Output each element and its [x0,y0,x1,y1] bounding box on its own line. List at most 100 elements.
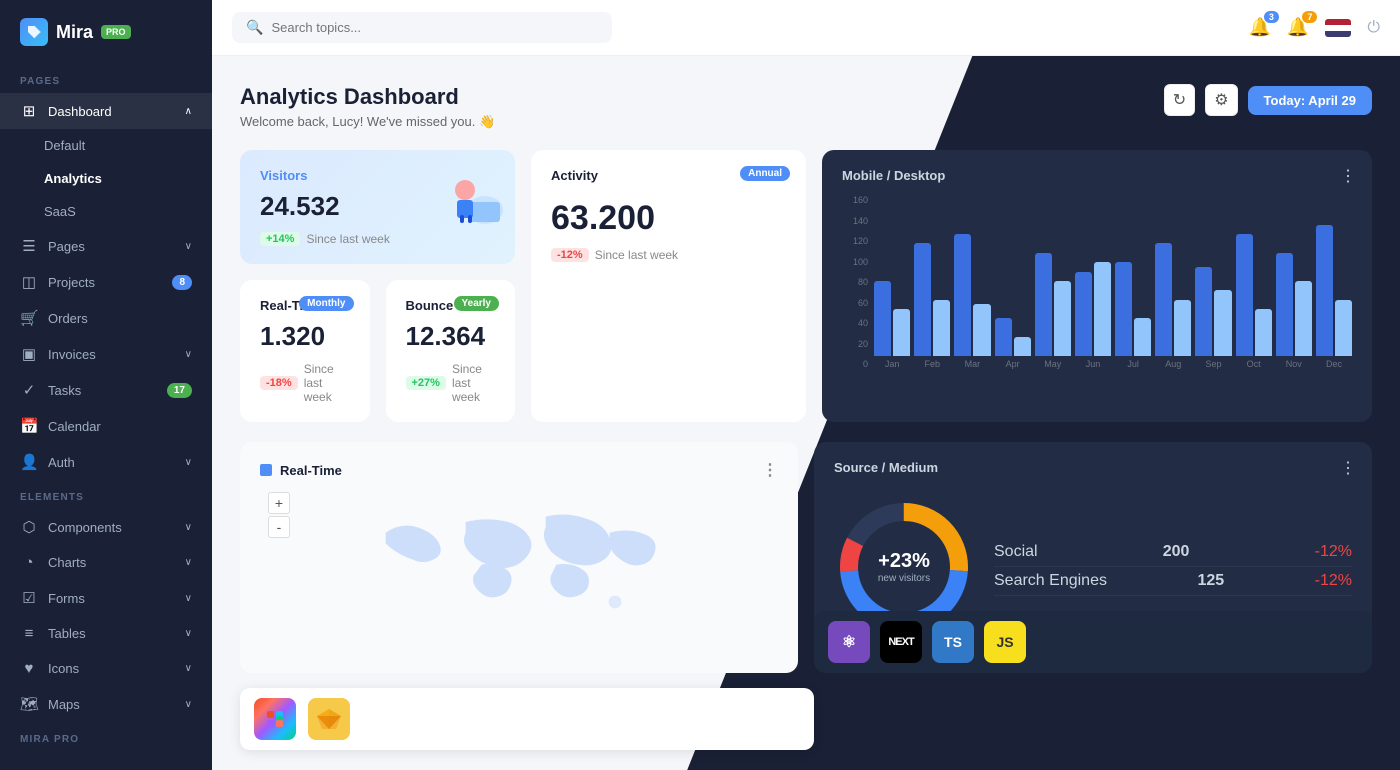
orders-icon: 🛒 [20,309,38,327]
bar-month-label: Aug [1165,359,1181,369]
chart-menu-button[interactable]: ⋮ [1340,166,1356,186]
icons-chevron-icon: ∨ [185,663,192,674]
sidebar-item-forms[interactable]: ☑ Forms ∨ [0,580,212,616]
bar-month-label: Mar [965,359,981,369]
forms-icon: ☑ [20,589,38,607]
bar-desktop [995,318,1012,356]
visitors-change-label: Since last week [306,232,389,246]
cards-left: Visitors 24.532 +14% Since last week [240,150,515,422]
sidebar-item-saas[interactable]: SaaS [0,195,212,228]
sidebar-item-icons[interactable]: ♥ Icons ∨ [0,651,212,686]
pro-badge: PRO [101,25,131,39]
bar-group: Feb [914,243,950,369]
source-name-social: Social [994,543,1038,561]
bar-desktop [874,281,891,356]
world-map-svg [260,490,778,650]
alerts-badge: 7 [1302,11,1317,23]
map-zoom-out[interactable]: - [268,516,290,538]
bar-mobile [893,309,910,356]
sidebar-item-invoices[interactable]: ▣ Invoices ∨ [0,336,212,372]
bar-month-label: Feb [925,359,941,369]
bar-desktop [1035,253,1052,356]
sidebar-item-maps[interactable]: 🗺 Maps ∨ [0,686,212,722]
search-box[interactable]: 🔍 [232,12,612,43]
source-menu-button[interactable]: ⋮ [1340,458,1356,478]
realtime-map-card: Real-Time ⋮ + - [240,442,798,673]
bar-mobile [1014,337,1031,356]
power-button[interactable]: ⏻ [1367,19,1380,37]
bar-mobile [1255,309,1272,356]
bar-mobile [1134,318,1151,356]
app-name: Mira [56,22,93,43]
charts-icon: ◔ [20,554,38,571]
sidebar-item-auth[interactable]: 👤 Auth ∨ [0,444,212,480]
sidebar-label-analytics: Analytics [44,171,102,186]
bar-month-label: Nov [1286,359,1302,369]
invoices-icon: ▣ [20,345,38,363]
tech-figma-icon [254,698,296,740]
sidebar-item-tables[interactable]: ≡ Tables ∨ [0,616,212,651]
tech-stack-right: ⚛ NEXT TS JS [814,611,1372,673]
notifications-button[interactable]: 🔔 3 [1249,17,1271,38]
projects-icon: ◫ [20,273,38,291]
sidebar: Mira PRO PAGES ⊞ Dashboard ∧ Default Ana… [0,0,212,770]
maps-chevron-icon: ∨ [185,699,192,710]
chevron-icon: ∧ [185,106,192,117]
sidebar-label-projects: Projects [48,275,95,290]
bar-group: Jun [1075,262,1111,369]
bar-mobile [933,300,950,356]
bar-group: Jan [874,281,910,369]
bar-mobile [1335,300,1352,356]
source-medium-card: Source / Medium ⋮ +23% new visito [814,442,1372,673]
bounce-pct: +27% [406,376,446,390]
activity-badge: Annual [740,166,790,181]
topbar-actions: 🔔 3 🔔 7 ⏻ [1249,17,1381,38]
sidebar-item-default[interactable]: Default [0,129,212,162]
sidebar-item-dashboard[interactable]: ⊞ Dashboard ∧ [0,93,212,129]
alerts-button[interactable]: 🔔 7 [1287,17,1309,38]
search-input[interactable] [271,20,598,35]
components-chevron-icon: ∨ [185,522,192,533]
sidebar-label-components: Components [48,520,122,535]
section-label-mira-pro: MIRA PRO [0,722,212,751]
tech-sketch-icon [308,698,350,740]
language-selector[interactable] [1325,19,1351,37]
bar-desktop [1195,267,1212,356]
pages-icon: ☰ [20,237,38,255]
bar-group: Sep [1195,267,1231,369]
date-button[interactable]: Today: April 29 [1248,86,1372,115]
map-zoom-in[interactable]: + [268,492,290,514]
donut-pct: +23% [878,550,930,573]
bar-group: Jul [1115,262,1151,369]
forms-chevron-icon: ∨ [185,593,192,604]
sidebar-item-analytics[interactable]: Analytics [0,162,212,195]
activity-card: Activity Annual 63.200 -12% Since last w… [531,150,806,422]
sidebar-item-tasks[interactable]: ✓ Tasks 17 [0,372,212,408]
sidebar-label-forms: Forms [48,591,85,606]
sidebar-item-calendar[interactable]: 📅 Calendar [0,408,212,444]
sidebar-item-charts[interactable]: ◔ Charts ∨ [0,545,212,580]
refresh-button[interactable]: ↻ [1164,84,1195,116]
source-change-search: -12% [1315,572,1352,590]
realtime-card: Real-Time Monthly 1.320 -18% Since last … [240,280,370,422]
tasks-badge: 17 [167,383,192,398]
sidebar-label-auth: Auth [48,455,75,470]
donut-label: new visitors [878,573,930,584]
sidebar-item-projects[interactable]: ◫ Projects 8 [0,264,212,300]
dashboard-header: Analytics Dashboard Welcome back, Lucy! … [240,84,1372,130]
sidebar-item-components[interactable]: ⬡ Components ∨ [0,509,212,545]
bar-month-label: Apr [1006,359,1020,369]
sidebar-label-maps: Maps [48,697,80,712]
bar-desktop [1155,243,1172,356]
section-label-elements: ELEMENTS [0,480,212,509]
bar-group: Mar [954,234,990,369]
bar-desktop [1115,262,1132,356]
sidebar-item-pages[interactable]: ☰ Pages ∨ [0,228,212,264]
components-icon: ⬡ [20,518,38,536]
filter-button[interactable]: ⚙ [1205,84,1237,116]
map-menu-button[interactable]: ⋮ [762,460,778,480]
sidebar-item-orders[interactable]: 🛒 Orders [0,300,212,336]
topbar: 🔍 🔔 3 🔔 7 ⏻ [212,0,1400,56]
bounce-change-label: Since last week [452,362,495,404]
bounce-badge: Yearly [454,296,499,311]
